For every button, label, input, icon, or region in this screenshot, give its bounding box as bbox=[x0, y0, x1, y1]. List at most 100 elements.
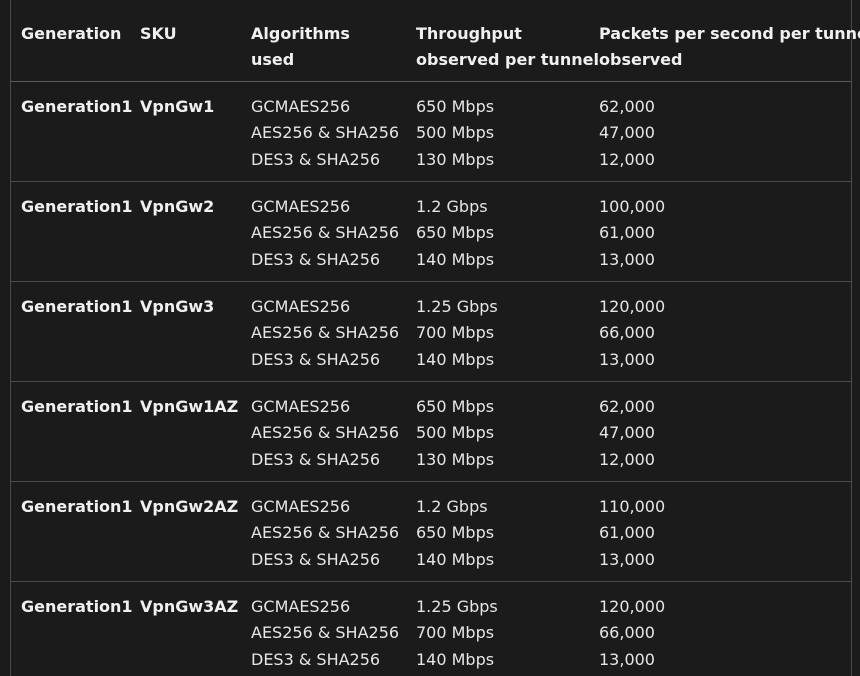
algorithm-value: DES3 & SHA256 bbox=[251, 249, 381, 269]
algorithm-value: DES3 & SHA256 bbox=[251, 149, 381, 169]
generation-value: Generation1 bbox=[21, 297, 133, 316]
sku-value: VpnGw1 bbox=[140, 97, 215, 116]
sku-cell: VpnGw2 bbox=[140, 194, 214, 220]
generation-value: Generation1 bbox=[21, 197, 133, 216]
algorithms-cell: GCMAES256 AES256 & SHA256 DES3 & SHA256 bbox=[251, 494, 399, 573]
table-row: Generation1 VpnGw2AZ GCMAES256 AES256 & SHA… bbox=[11, 482, 851, 582]
pps-value: 61,000 bbox=[599, 223, 655, 243]
algorithms-cell: GCMAES256 AES256 & SHA256 DES3 & SHA256 bbox=[251, 294, 399, 373]
sku-value: VpnGw3 bbox=[140, 297, 215, 316]
table-row: Generation1 VpnGw2 GCMAES256 AES256 & SHA25… bbox=[11, 182, 851, 282]
header-algorithms-line1: Algorithms bbox=[251, 24, 350, 43]
pps-value: 13,000 bbox=[599, 349, 655, 369]
pps-value: 100,000 bbox=[599, 197, 666, 216]
pps-value: 61,000 bbox=[599, 523, 655, 543]
throughput-value: 700 Mbps bbox=[416, 623, 495, 643]
throughput-value: 140 Mbps bbox=[416, 249, 495, 269]
table-row: Generation1 VpnGw1AZ GCMAES256 AES256 & SHA… bbox=[11, 382, 851, 482]
algorithm-value: AES256 & SHA256 bbox=[251, 623, 400, 643]
header-sku: SKU bbox=[140, 20, 177, 46]
algorithms-cell: GCMAES256 AES256 & SHA256 DES3 & SHA256 bbox=[251, 394, 399, 473]
pps-value: 120,000 bbox=[599, 597, 666, 616]
table-row: Generation1 VpnGw3 GCMAES256 AES256 & SHA25… bbox=[11, 282, 851, 382]
pps-value: 12,000 bbox=[599, 449, 655, 469]
algorithm-value: AES256 & SHA256 bbox=[251, 523, 400, 543]
sku-value: VpnGw3AZ bbox=[140, 597, 239, 616]
sku-value: VpnGw1AZ bbox=[140, 397, 239, 416]
algorithm-value: AES256 & SHA256 bbox=[251, 123, 400, 143]
pps-value: 66,000 bbox=[599, 323, 655, 343]
pps-value: 120,000 bbox=[599, 297, 666, 316]
algorithm-value: GCMAES256 bbox=[251, 97, 351, 116]
table-header: Generation SKU Algorithms used Throughpu… bbox=[11, 0, 860, 82]
algorithm-value: DES3 & SHA256 bbox=[251, 649, 381, 669]
pps-value: 62,000 bbox=[599, 397, 655, 416]
sku-cell: VpnGw1AZ bbox=[140, 394, 238, 420]
header-sku-label: SKU bbox=[140, 24, 177, 43]
header-throughput-line1: Throughput bbox=[416, 24, 522, 43]
algorithm-value: GCMAES256 bbox=[251, 197, 351, 216]
header-generation: Generation bbox=[21, 20, 121, 46]
algorithm-value: AES256 & SHA256 bbox=[251, 323, 400, 343]
generation-value: Generation1 bbox=[21, 397, 133, 416]
throughput-value: 700 Mbps bbox=[416, 323, 495, 343]
throughput-cell: 1.2 Gbps 650 Mbps 140 Mbps bbox=[416, 194, 494, 273]
throughput-value: 500 Mbps bbox=[416, 123, 495, 143]
header-algorithms-line2: used bbox=[251, 50, 295, 70]
pps-value: 62,000 bbox=[599, 97, 655, 116]
throughput-value: 650 Mbps bbox=[416, 397, 495, 416]
header-pps-line1: Packets per second per tunnel bbox=[599, 24, 860, 43]
algorithm-value: DES3 & SHA256 bbox=[251, 449, 381, 469]
pps-cell: 110,000 61,000 13,000 bbox=[599, 494, 665, 573]
algorithm-value: DES3 & SHA256 bbox=[251, 549, 381, 569]
pps-cell: 62,000 47,000 12,000 bbox=[599, 394, 655, 473]
generation-cell: Generation1 bbox=[21, 94, 133, 120]
header-throughput: Throughput observed per tunnel bbox=[416, 20, 599, 73]
algorithm-value: GCMAES256 bbox=[251, 597, 351, 616]
pps-value: 47,000 bbox=[599, 423, 655, 443]
throughput-value: 650 Mbps bbox=[416, 523, 495, 543]
throughput-cell: 650 Mbps 500 Mbps 130 Mbps bbox=[416, 394, 494, 473]
throughput-cell: 1.25 Gbps 700 Mbps 140 Mbps bbox=[416, 294, 498, 373]
generation-value: Generation1 bbox=[21, 597, 133, 616]
algorithms-cell: GCMAES256 AES256 & SHA256 DES3 & SHA256 bbox=[251, 194, 399, 273]
throughput-value: 140 Mbps bbox=[416, 649, 495, 669]
generation-cell: Generation1 bbox=[21, 294, 133, 320]
algorithm-value: GCMAES256 bbox=[251, 497, 351, 516]
throughput-value: 650 Mbps bbox=[416, 97, 495, 116]
sku-cell: VpnGw3AZ bbox=[140, 594, 238, 620]
throughput-cell: 1.25 Gbps 700 Mbps 140 Mbps bbox=[416, 594, 498, 673]
header-pps-line2: observed bbox=[599, 50, 683, 70]
algorithm-value: DES3 & SHA256 bbox=[251, 349, 381, 369]
algorithms-cell: GCMAES256 AES256 & SHA256 DES3 & SHA256 bbox=[251, 94, 399, 173]
table-row: Generation1 VpnGw1 GCMAES256 AES256 & SHA25… bbox=[11, 82, 851, 182]
throughput-cell: 1.2 Gbps 650 Mbps 140 Mbps bbox=[416, 494, 494, 573]
algorithm-value: AES256 & SHA256 bbox=[251, 423, 400, 443]
throughput-value: 650 Mbps bbox=[416, 223, 495, 243]
throughput-value: 500 Mbps bbox=[416, 423, 495, 443]
pps-cell: 120,000 66,000 13,000 bbox=[599, 294, 665, 373]
pps-value: 13,000 bbox=[599, 649, 655, 669]
pps-value: 13,000 bbox=[599, 549, 655, 569]
pps-value: 12,000 bbox=[599, 149, 655, 169]
generation-value: Generation1 bbox=[21, 97, 133, 116]
throughput-value: 1.2 Gbps bbox=[416, 197, 488, 216]
throughput-value: 130 Mbps bbox=[416, 149, 495, 169]
algorithms-cell: GCMAES256 AES256 & SHA256 DES3 & SHA256 bbox=[251, 594, 399, 673]
sku-cell: VpnGw2AZ bbox=[140, 494, 238, 520]
pps-value: 47,000 bbox=[599, 123, 655, 143]
sku-cell: VpnGw1 bbox=[140, 94, 214, 120]
generation-value: Generation1 bbox=[21, 497, 133, 516]
pps-value: 66,000 bbox=[599, 623, 655, 643]
generation-cell: Generation1 bbox=[21, 594, 133, 620]
pps-cell: 62,000 47,000 12,000 bbox=[599, 94, 655, 173]
sku-value: VpnGw2 bbox=[140, 197, 215, 216]
algorithm-value: GCMAES256 bbox=[251, 297, 351, 316]
throughput-value: 1.2 Gbps bbox=[416, 497, 488, 516]
header-generation-label: Generation bbox=[21, 24, 122, 43]
generation-cell: Generation1 bbox=[21, 394, 133, 420]
throughput-value: 130 Mbps bbox=[416, 449, 495, 469]
pps-value: 13,000 bbox=[599, 249, 655, 269]
header-algorithms: Algorithms used bbox=[251, 20, 350, 73]
generation-cell: Generation1 bbox=[21, 194, 133, 220]
